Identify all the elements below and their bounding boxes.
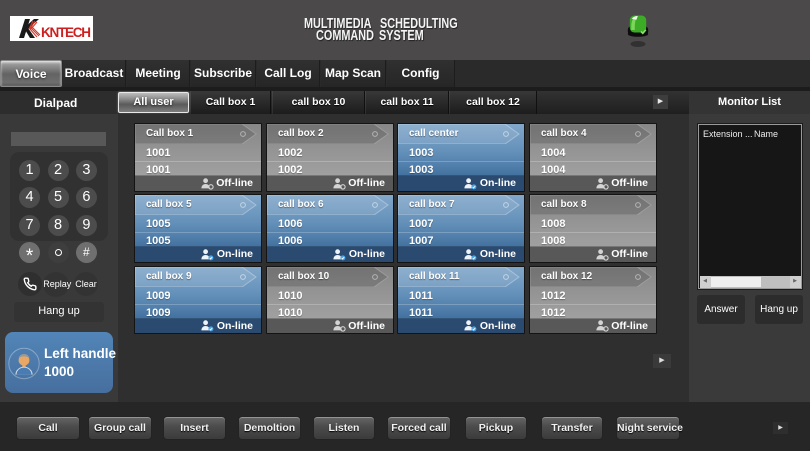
svg-text:KNTECH: KNTECH xyxy=(41,25,91,40)
